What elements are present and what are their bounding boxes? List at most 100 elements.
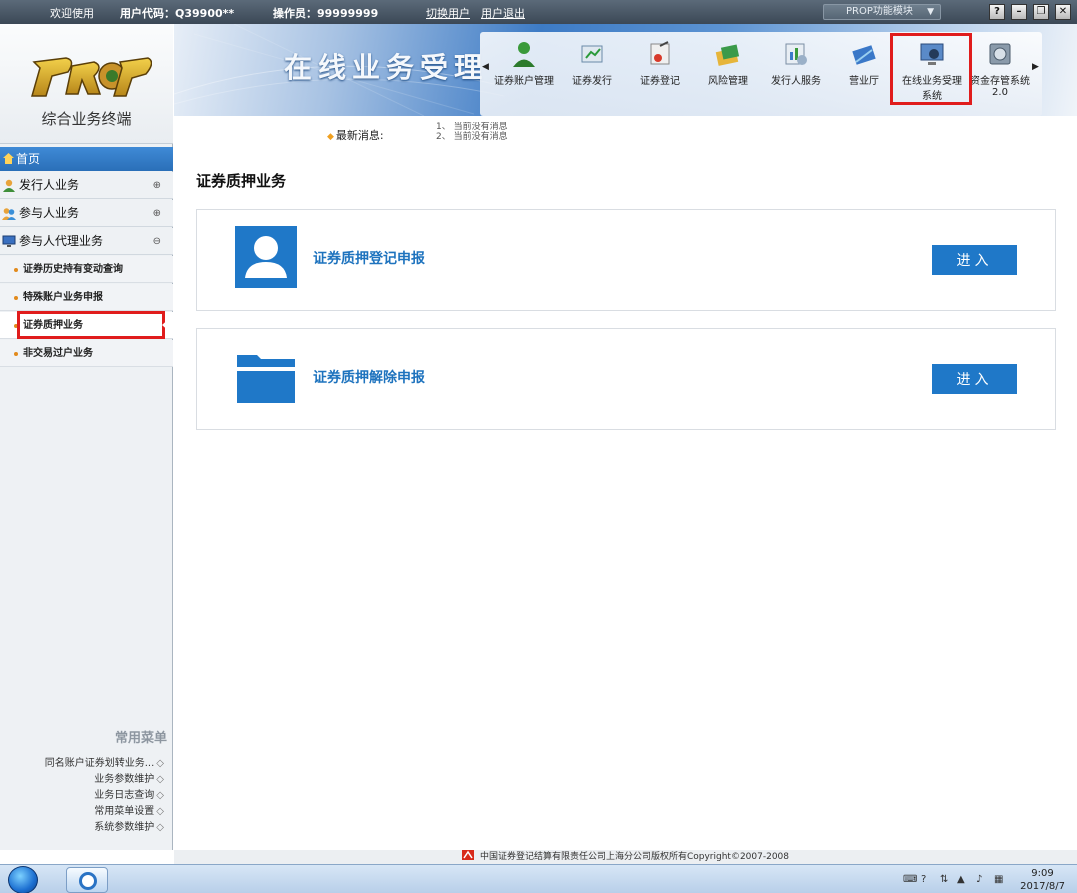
logout-link[interactable]: 用户退出 [481,5,525,21]
sidebar-item-label: 参与人业务 [19,206,80,220]
start-button[interactable] [8,866,38,893]
favorite-item[interactable]: 业务日志查询 ◇ [94,786,164,801]
online-business-icon [920,43,944,65]
module-online-business[interactable]: 在线业务受理 系统 [898,40,966,114]
diamond-icon: ◇ [156,790,164,801]
welcome-text: 欢迎使用 [50,7,94,20]
monitor-icon [2,235,16,247]
home-icon [3,153,14,164]
sidebar-item-issuer-business[interactable]: 发行人业务 ⊕ [0,172,173,199]
network-icon[interactable]: ⇅ [940,874,948,885]
logo-subtitle: 综合业务终端 [41,110,132,128]
operator-label: 操作员： [273,7,317,20]
main-content: 证券质押业务 证券质押登记申报 进入 证券质押解除申报 进入 [174,150,1077,850]
sidebar-subitem-non-trade-transfer[interactable]: 非交易过户业务 [0,340,173,367]
module-risk-management[interactable]: 风险管理 [694,40,762,114]
keyboard-icon[interactable]: ⌨ [903,874,917,885]
user-icon [3,179,15,192]
module-account-management[interactable]: 证券账户管理 [490,40,558,114]
module-issuer-service[interactable]: 发行人服务 [762,40,830,114]
module-label-line2: 系统 [922,91,942,102]
active-item-notch [162,316,172,334]
news-bar: 最新消息: 1、 当前没有消息 2、 当前没有消息 [174,116,1077,150]
help-icon[interactable]: ? [921,874,926,885]
module-service-hall[interactable]: 营业厅 [830,40,898,114]
volume-icon[interactable]: ♪ [976,874,982,885]
user-code: 用户代码：Q39900** [120,5,234,21]
module-label: 资金存管系统 [970,76,1030,87]
sidebar-subitem-history-query[interactable]: 证券历史持有变动查询 [0,256,173,283]
service-hall-icon [852,45,876,65]
account-icon [513,42,535,67]
user-code-value: Q39900** [175,7,235,20]
display-icon[interactable]: ▦ [994,874,1003,885]
module-label: 证券登记 [640,76,680,87]
enter-registration-button[interactable]: 进入 [932,245,1017,275]
logo-panel: 综合业务终端 [0,24,173,144]
clock[interactable]: 9:09 2017/8/7 [1020,867,1065,893]
user-icon [235,226,297,288]
news-label: 最新消息: [327,127,384,143]
prop-logo [31,57,152,97]
favorite-item-label: 业务日志查询 [94,790,155,801]
restore-button[interactable]: ❐ [1033,4,1049,20]
sidebar-subitem-special-account[interactable]: 特殊账户业务申报 [0,284,173,311]
favorite-item[interactable]: 业务参数维护 ◇ [94,770,164,785]
favorite-item[interactable]: 系统参数维护 ◇ [94,818,164,833]
module-securities-issuance[interactable]: 证券发行 [558,40,626,114]
card-label[interactable]: 证券质押解除申报 [313,367,425,387]
company-logo-icon [461,850,474,860]
header-banner: 在线业务受理 ◀ 证券账户管理 证券发行 证券登记 风险管理 发行人服务 营业厅 [174,24,1077,116]
clock-date: 2017/8/7 [1020,881,1065,892]
registration-icon [650,41,670,65]
sidebar-item-label: 发行人业务 [19,178,80,192]
copyright-text: 中国证券登记结算有限责任公司上海分公司版权所有Copyright©2007-20… [479,852,790,862]
sidebar-item-label: 参与人代理业务 [19,234,104,248]
minimize-button[interactable]: – [1011,4,1027,20]
operator: 操作员：99999999 [273,5,378,21]
module-fund-custody[interactable]: 资金存管系统 2.0 [966,40,1034,114]
module-select-value: PROP功能模块 [846,6,913,17]
pledge-release-card: 证券质押解除申报 进入 [196,328,1056,430]
scroll-left-icon[interactable]: ◀ [482,62,489,72]
issuance-icon [581,45,603,63]
scroll-right-icon[interactable]: ▶ [1032,62,1039,72]
news-line: 1、 当前没有消息 [436,122,508,132]
help-button[interactable]: ? [989,4,1005,20]
sidebar-item-participant-agent-business[interactable]: 参与人代理业务 ⊖ [0,228,173,255]
operator-value: 99999999 [317,7,379,20]
favorite-item[interactable]: 同名账户证券划转业务... ◇ [45,754,164,769]
module-select[interactable]: PROP功能模块 ▼ [823,4,941,20]
enter-release-button[interactable]: 进入 [932,364,1017,394]
collapse-icon[interactable]: ⊖ [153,228,161,255]
taskbar-app-button[interactable] [66,867,108,893]
pledge-registration-card: 证券质押登记申报 进入 [196,209,1056,311]
module-label: 证券发行 [572,76,612,87]
banner-title: 在线业务受理 [284,51,489,84]
sidebar-item-participant-business[interactable]: 参与人业务 ⊕ [0,200,173,227]
fund-custody-icon [989,43,1011,65]
favorite-item-label: 业务参数维护 [94,774,155,785]
clock-time: 9:09 [1031,868,1054,879]
expand-icon[interactable]: ⊕ [153,172,161,199]
news-line: 2、 当前没有消息 [436,132,508,142]
card-label[interactable]: 证券质押登记申报 [313,248,425,268]
tray-arrow-icon[interactable]: ▲ [957,874,965,885]
folder-icon [237,355,295,403]
footer: 中国证券登记结算有限责任公司上海分公司版权所有Copyright©2007-20… [174,850,1077,864]
diamond-icon: ◇ [156,822,164,833]
sidebar-subitem-pledge-business[interactable]: 证券质押业务 [0,312,173,339]
module-securities-registration[interactable]: 证券登记 [626,40,694,114]
module-label: 在线业务受理 [902,76,962,87]
sidebar-item-home[interactable]: 首页 [0,147,173,171]
close-button[interactable]: ✕ [1055,4,1071,20]
diamond-icon: ◇ [156,806,164,817]
module-label: 证券账户管理 [494,76,554,87]
module-label: 风险管理 [708,76,748,87]
expand-icon[interactable]: ⊕ [153,200,161,227]
taskbar: ⌨ ? ⇅ ▲ ♪ ▦ 9:09 2017/8/7 [0,864,1077,893]
module-strip: ◀ 证券账户管理 证券发行 证券登记 风险管理 发行人服务 营业厅 在线业务受理 [480,32,1042,116]
favorite-item-label: 同名账户证券划转业务... [44,758,155,769]
switch-user-link[interactable]: 切换用户 [426,5,470,21]
favorite-item[interactable]: 常用菜单设置 ◇ [94,802,164,817]
